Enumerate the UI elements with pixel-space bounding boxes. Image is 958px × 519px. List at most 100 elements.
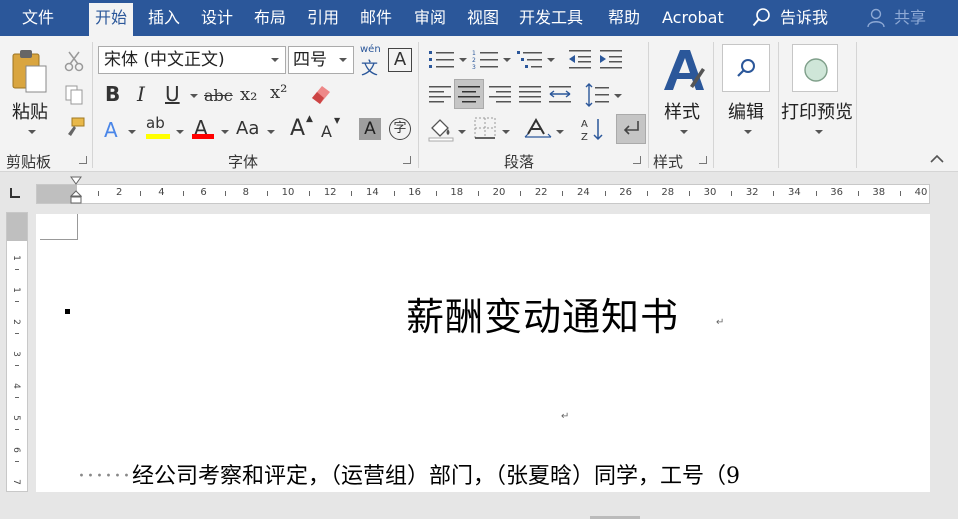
change-case-dropdown-icon[interactable] (267, 130, 275, 134)
numbering-icon[interactable]: 123 (472, 48, 500, 70)
underline-dropdown-icon[interactable] (190, 94, 198, 98)
align-right-icon[interactable] (488, 84, 512, 106)
styles-label[interactable]: 样式 (664, 98, 700, 124)
separator (648, 42, 649, 168)
subscript-button[interactable]: x₂ (240, 84, 257, 105)
bullets-dropdown-icon[interactable] (459, 58, 467, 62)
highlight-dropdown-icon[interactable] (176, 130, 184, 134)
font-size-value: 四号 (293, 50, 327, 70)
paragraph-launcher-icon[interactable] (633, 156, 641, 164)
decrease-indent-icon[interactable] (567, 48, 593, 70)
tab-home[interactable]: 开始 (89, 3, 134, 36)
bold-button[interactable]: B (105, 82, 120, 106)
ruler-number: 2 (11, 319, 21, 325)
shading-dropdown-icon[interactable] (458, 130, 466, 134)
multilevel-list-icon[interactable] (516, 48, 544, 70)
shrink-font-button[interactable]: A (321, 122, 332, 141)
ruler-number: 4 (11, 383, 21, 389)
grow-font-button[interactable]: A (290, 116, 305, 141)
distributed-icon[interactable] (548, 84, 572, 106)
document-title[interactable]: 薪酬变动通知书 (406, 286, 679, 341)
ruler-tick (15, 365, 19, 366)
copy-icon[interactable] (64, 84, 84, 106)
separator (92, 42, 93, 168)
paste-clipboard-icon[interactable] (10, 48, 50, 94)
lightbulb-search-icon (752, 8, 770, 27)
tab-layout[interactable]: 布局 (254, 0, 286, 36)
horizontal-scrollbar-area[interactable] (0, 492, 958, 519)
borders-icon[interactable] (473, 116, 497, 140)
font-size-select[interactable]: 四号 (288, 46, 354, 74)
tab-insert[interactable]: 插入 (148, 0, 180, 36)
first-line-indent-marker-icon[interactable] (70, 176, 82, 186)
tell-me-box[interactable]: 告诉我 (780, 0, 828, 36)
editing-label[interactable]: 编辑 (728, 98, 764, 124)
tab-design[interactable]: 设计 (201, 0, 233, 36)
show-hide-marks-icon[interactable] (620, 118, 642, 140)
chinese-layout-dropdown-icon[interactable] (556, 130, 564, 134)
strikethrough-button[interactable]: abc (204, 86, 233, 105)
chinese-layout-icon[interactable] (524, 116, 552, 140)
document-body-line[interactable]: ······经公司考察和评定，（运营组）部门，（张夏晗）同学，工号（9 (78, 458, 740, 490)
cut-scissors-icon[interactable] (64, 50, 84, 72)
clipboard-launcher-icon[interactable] (79, 156, 87, 164)
ruler-tick (646, 191, 648, 196)
bullets-icon[interactable] (428, 48, 456, 70)
horizontal-ruler[interactable]: 2 4 6 8 10 12 14 16 18 20 22 24 26 28 30 32 34 36 38 40 (36, 184, 930, 204)
styles-dropdown-icon[interactable] (680, 130, 688, 134)
clear-formatting-eraser-icon[interactable] (308, 82, 332, 106)
tab-review[interactable]: 审阅 (414, 0, 446, 36)
text-effects-button[interactable]: A (104, 118, 118, 142)
tab-acrobat[interactable]: Acrobat (662, 0, 724, 36)
tab-developer[interactable]: 开发工具 (519, 0, 583, 36)
tab-view[interactable]: 视图 (467, 0, 499, 36)
line-spacing-icon[interactable] (584, 82, 610, 108)
document-page[interactable]: 薪酬变动通知书 ↵ ↵ ······经公司考察和评定，（运营组）部门，（张夏晗）… (36, 214, 930, 492)
font-name-select[interactable]: 宋体 (中文正文) (98, 46, 286, 74)
share-button[interactable]: 共享 (894, 0, 926, 36)
numbering-dropdown-icon[interactable] (503, 58, 511, 62)
hanging-indent-marker-icon[interactable] (70, 190, 82, 204)
multilevel-dropdown-icon[interactable] (547, 58, 555, 62)
highlight-button[interactable]: ab (146, 114, 165, 132)
tab-stop-selector-icon[interactable] (8, 186, 22, 200)
character-shading-button[interactable]: A (359, 118, 381, 140)
change-case-button[interactable]: Aa (236, 118, 259, 139)
italic-button[interactable]: I (137, 82, 145, 106)
text-effects-dropdown-icon[interactable] (128, 130, 136, 134)
styles-launcher-icon[interactable] (699, 156, 707, 164)
increase-indent-icon[interactable] (598, 48, 624, 70)
tab-mailings[interactable]: 邮件 (360, 0, 392, 36)
ruler-number: 18 (450, 187, 464, 198)
vertical-ruler[interactable]: 112345678 (6, 212, 28, 517)
sort-icon[interactable]: A Z (580, 116, 604, 142)
separator (856, 42, 857, 168)
print-preview-dropdown-icon[interactable] (815, 130, 823, 134)
align-left-icon[interactable] (428, 84, 452, 106)
shading-bucket-icon[interactable] (428, 116, 454, 142)
print-preview-button[interactable] (792, 44, 838, 92)
paste-dropdown-icon[interactable] (28, 130, 36, 134)
styles-icon[interactable] (660, 46, 706, 96)
character-border-button[interactable]: A (388, 48, 412, 72)
collapse-ribbon-chevron-up-icon[interactable] (930, 154, 944, 164)
line-spacing-dropdown-icon[interactable] (614, 94, 622, 98)
tab-help[interactable]: 帮助 (608, 0, 640, 36)
enclose-characters-button[interactable]: 字 (389, 118, 411, 140)
print-preview-label[interactable]: 打印预览 (781, 98, 853, 124)
format-painter-icon[interactable] (64, 116, 86, 138)
font-color-dropdown-icon[interactable] (221, 130, 229, 134)
font-name-value: 宋体 (中文正文) (104, 50, 225, 70)
paste-label[interactable]: 粘贴 (12, 98, 48, 124)
tab-references[interactable]: 引用 (307, 0, 339, 36)
align-center-icon[interactable] (457, 84, 481, 106)
editing-dropdown-icon[interactable] (744, 130, 752, 134)
tab-file[interactable]: 文件 (22, 0, 54, 36)
editing-button[interactable] (722, 44, 770, 92)
borders-dropdown-icon[interactable] (502, 130, 510, 134)
justify-icon[interactable] (518, 84, 542, 106)
phonetic-guide-button[interactable]: 文 (361, 54, 378, 79)
underline-button[interactable]: U (165, 82, 180, 106)
superscript-button[interactable]: x² (270, 82, 287, 103)
font-launcher-icon[interactable] (403, 156, 411, 164)
